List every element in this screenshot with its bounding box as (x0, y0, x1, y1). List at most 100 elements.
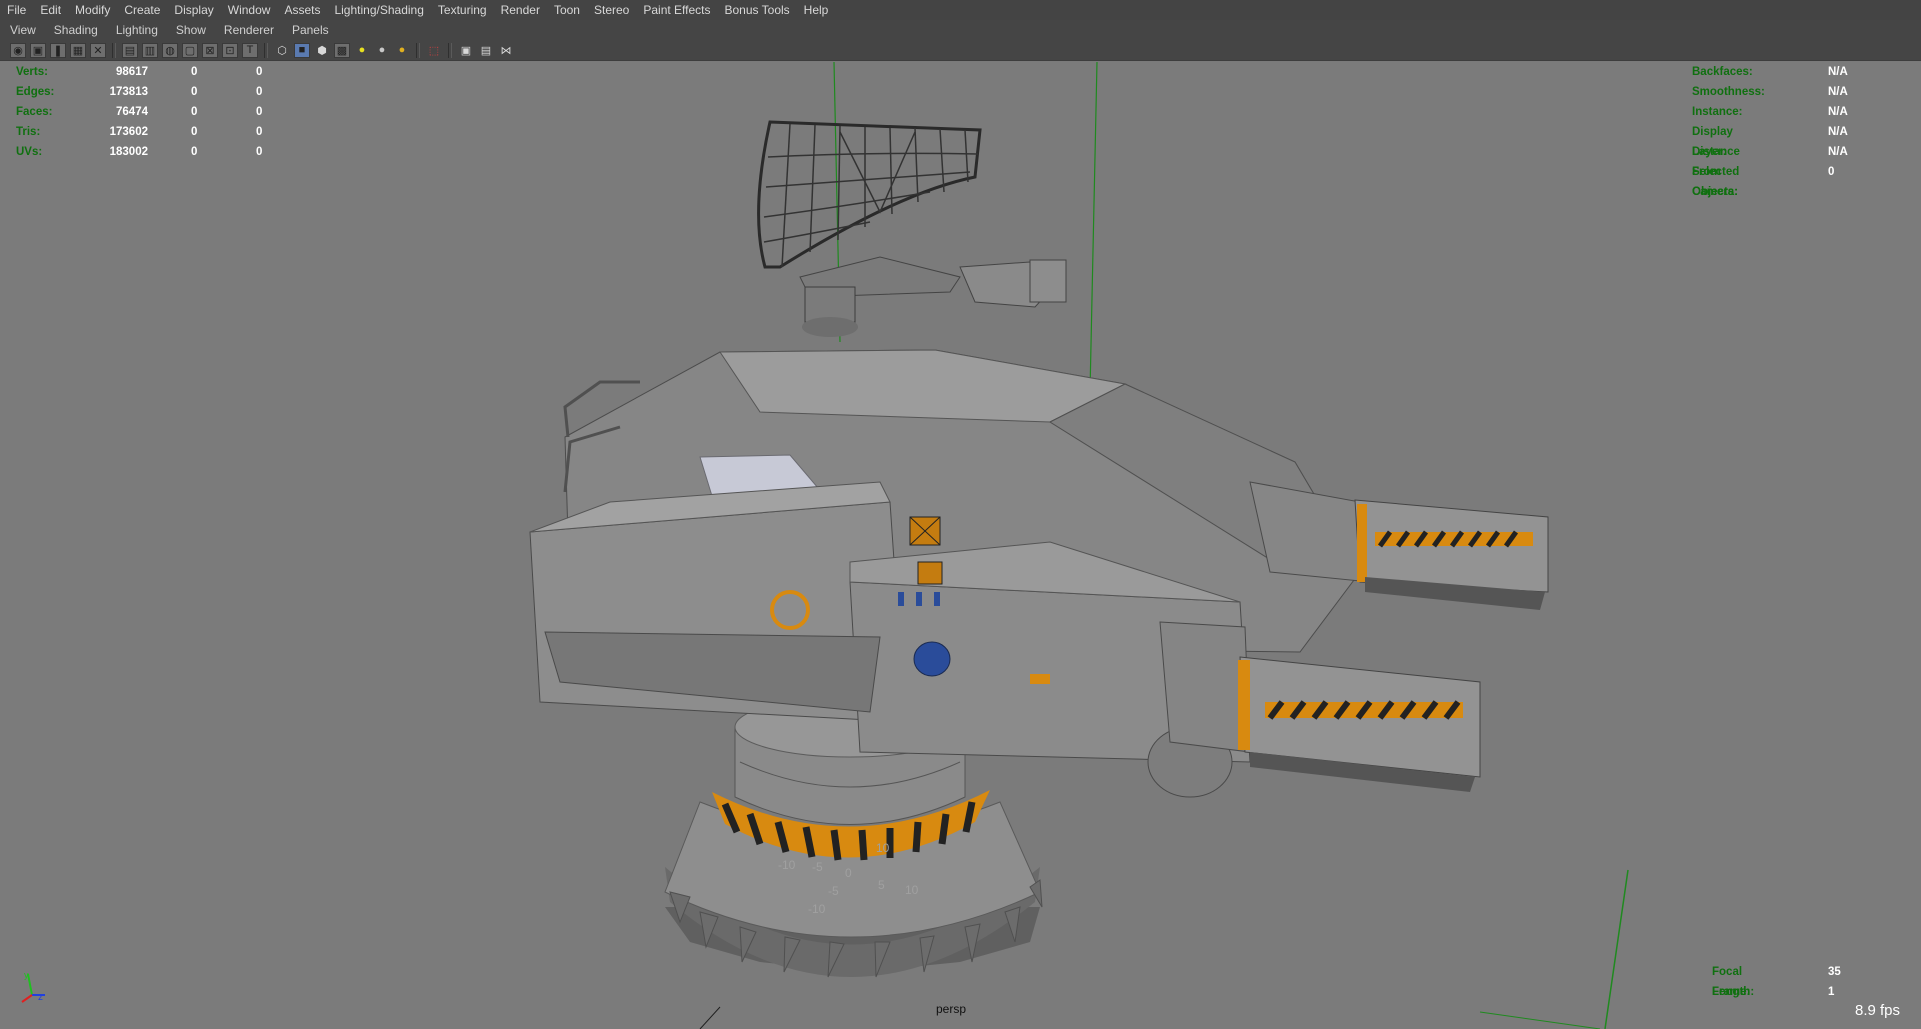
menu-edit[interactable]: Edit (33, 0, 68, 20)
panel-menu-renderer[interactable]: Renderer (214, 20, 282, 40)
camera-select-icon[interactable]: ◉ (10, 42, 26, 58)
hud-label: Edges: (16, 86, 55, 98)
grid-axis-line (1604, 869, 1629, 1029)
fps-counter: 8.9 fps (1855, 1002, 1901, 1019)
hud-label: UVs: (16, 146, 43, 158)
grid-label: 10 (905, 883, 919, 897)
hud-label: Selected Objects: (1692, 166, 1740, 198)
camera-name-label: persp (936, 1002, 967, 1016)
isolate-select-icon[interactable]: ⬚ (426, 43, 442, 58)
hud-value: N/A (1828, 126, 1848, 138)
hud-value: 35 (1828, 966, 1841, 978)
hud-value: N/A (1828, 146, 1848, 158)
panel-menu-show[interactable]: Show (166, 20, 214, 40)
ambient-occlusion-icon[interactable]: ● (394, 43, 410, 58)
hud-value: N/A (1828, 106, 1848, 118)
gate-mask-icon[interactable]: ◍ (162, 42, 178, 58)
menu-stereo[interactable]: Stereo (587, 0, 636, 20)
hud-value: 0 (191, 66, 198, 78)
hud-label: Frame: (1712, 986, 1751, 998)
menu-texturing[interactable]: Texturing (431, 0, 494, 20)
hud-value: N/A (1828, 66, 1848, 78)
toolbar-separator (112, 42, 116, 58)
camera-attributes-icon[interactable]: ▣ (30, 42, 46, 58)
hud-value: 0 (1828, 166, 1835, 178)
hud-value: 0 (191, 106, 198, 118)
film-gate-icon[interactable]: ▤ (122, 42, 138, 58)
hud-value: 1 (1828, 986, 1835, 998)
hud-value: 0 (256, 126, 263, 138)
menu-window[interactable]: Window (221, 0, 278, 20)
menu-bonus-tools[interactable]: Bonus Tools (718, 0, 797, 20)
menu-assets[interactable]: Assets (277, 0, 327, 20)
wireframe-icon[interactable]: ⬡ (274, 43, 290, 58)
toolbar-separator (448, 42, 452, 58)
field-chart-icon[interactable]: ▢ (182, 42, 198, 58)
text-icon[interactable]: T (242, 42, 258, 58)
toolbar-separator (264, 42, 268, 58)
xray-icon[interactable]: ▣ (458, 43, 474, 58)
main-menubar: File Edit Modify Create Display Window A… (0, 0, 1921, 21)
menu-help[interactable]: Help (797, 0, 836, 20)
hud-label: Instance: (1692, 106, 1743, 118)
textured-icon[interactable]: ▩ (334, 42, 350, 58)
3d-viewport[interactable]: -10 -5 0 5 10 10 -5 -10 y z Verts: 98617… (0, 62, 1921, 1029)
menu-paint-effects[interactable]: Paint Effects (636, 0, 717, 20)
hud-value: 0 (256, 106, 263, 118)
panel-menu-panels[interactable]: Panels (282, 20, 337, 40)
smooth-shade-icon[interactable]: ■ (294, 42, 310, 58)
menu-file[interactable]: File (0, 0, 33, 20)
hud-value: 0 (191, 146, 198, 158)
safe-action-icon[interactable]: ⊠ (202, 42, 218, 58)
hud-value: 0 (191, 86, 198, 98)
axis-y-label: y (24, 970, 29, 980)
shadows-icon[interactable]: ● (374, 43, 390, 58)
axis-indicator: y z (21, 970, 45, 1003)
panel-menu-view[interactable]: View (0, 20, 44, 40)
menu-toon[interactable]: Toon (547, 0, 587, 20)
hud-value: 76474 (116, 106, 148, 118)
toolbar-separator (416, 42, 420, 58)
xray-joints-icon[interactable]: ▤ (478, 43, 494, 58)
menu-create[interactable]: Create (117, 0, 167, 20)
hud-label: Tris: (16, 126, 41, 138)
menu-modify[interactable]: Modify (68, 0, 117, 20)
component-display-icon[interactable]: ⋈ (498, 43, 514, 58)
panel-menu-lighting[interactable]: Lighting (106, 20, 166, 40)
panel-toolbar: ◉ ▣ ❚ ▦ ✕ ▤ ▥ ◍ ▢ ⊠ ⊡ T ⬡ ■ ⬢ ▩ ● ● ● ⬚ … (0, 40, 1921, 61)
axis-z-label: z (38, 992, 43, 1003)
resolution-gate-icon[interactable]: ▥ (142, 42, 158, 58)
grid-label: 5 (878, 878, 885, 892)
menu-display[interactable]: Display (167, 0, 220, 20)
grid-label: 10 (876, 841, 890, 855)
grid-label: -10 (778, 858, 796, 872)
grid-axis-line (1479, 1011, 1601, 1029)
poly-count-hud: Verts: 98617 0 0 Edges: 173813 0 0 Faces… (16, 62, 276, 172)
hud-value: 0 (256, 86, 263, 98)
bookmark-icon[interactable]: ❚ (50, 42, 66, 58)
safe-title-icon[interactable]: ⊡ (222, 42, 238, 58)
hud-value: 0 (256, 146, 263, 158)
hud-value: 173602 (109, 126, 148, 138)
hud-value: 98617 (116, 66, 148, 78)
grid-line (699, 1006, 721, 1029)
use-all-lights-icon[interactable]: ● (354, 43, 370, 58)
grid-label: -10 (808, 902, 826, 916)
hud-value: 0 (191, 126, 198, 138)
object-details-hud: Backfaces: N/A Smoothness: N/A Instance:… (1692, 62, 1892, 198)
grid-axis-line (1089, 62, 1098, 393)
image-plane-icon[interactable]: ▦ (70, 42, 86, 58)
hud-value: 183002 (109, 146, 148, 158)
grid-label: -5 (812, 860, 823, 874)
default-material-icon[interactable]: ⬢ (314, 43, 330, 58)
hud-label: Faces: (16, 106, 53, 118)
grid-icon[interactable]: ✕ (90, 42, 106, 58)
hud-label: Backfaces: (1692, 66, 1753, 78)
menu-lighting-shading[interactable]: Lighting/Shading (327, 0, 430, 20)
menu-render[interactable]: Render (494, 0, 547, 20)
grid-label: -5 (828, 884, 839, 898)
scene-render[interactable]: -10 -5 0 5 10 10 -5 -10 y z (0, 62, 1921, 1029)
panel-menubar: View Shading Lighting Show Renderer Pane… (0, 20, 1921, 40)
hud-label: Verts: (16, 66, 48, 78)
panel-menu-shading[interactable]: Shading (44, 20, 106, 40)
